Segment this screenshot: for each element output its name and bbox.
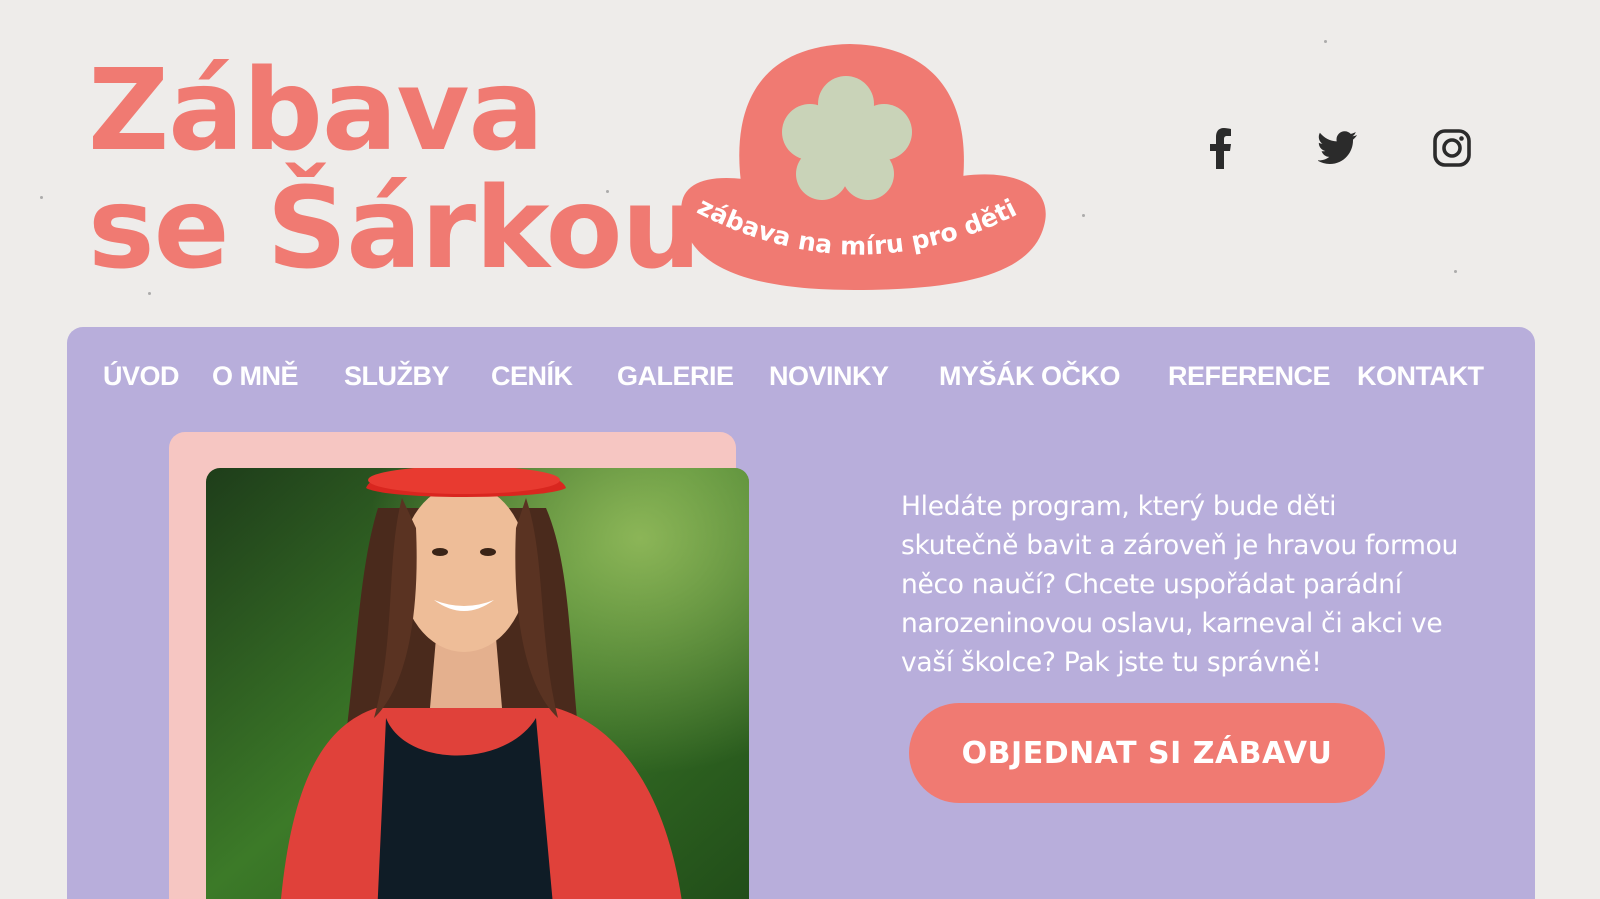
nav-item-o-mne[interactable]: O MNĚ [212,361,299,392]
nav-item-galerie[interactable]: GALERIE [617,361,734,392]
instagram-link[interactable] [1428,124,1476,172]
paper-texture [1082,214,1085,217]
nav-item-reference[interactable]: REFERENCE [1168,361,1331,392]
nav-item-cenik[interactable]: CENÍK [491,361,573,392]
social-links [1196,124,1476,172]
paper-texture [1454,270,1457,273]
paper-texture [1324,40,1327,43]
portrait-photo [206,468,749,899]
nav-item-mysak-ocko[interactable]: MYŠÁK OČKO [939,361,1121,392]
facebook-link[interactable] [1196,124,1244,172]
main-navigation: ÚVOD O MNĚ SLUŽBY CENÍK GALERIE NOVINKY … [67,361,1535,401]
site-title-line-1: Zábava [88,46,544,176]
nav-item-kontakt[interactable]: KONTAKT [1357,361,1484,392]
instagram-icon [1433,129,1471,167]
main-panel: ÚVOD O MNĚ SLUŽBY CENÍK GALERIE NOVINKY … [67,327,1535,899]
twitter-icon [1318,131,1357,164]
flower-hat-logo-icon: zábava na míru pro děti [681,44,1046,290]
nav-item-novinky[interactable]: NOVINKY [769,361,889,392]
twitter-link[interactable] [1314,124,1362,172]
facebook-icon [1210,128,1231,169]
paper-texture [40,196,43,199]
nav-item-sluzby[interactable]: SLUŽBY [344,361,450,392]
site-title[interactable]: Zábava se Šárkou [88,46,701,294]
hat-logo[interactable]: zábava na míru pro děti [672,40,1052,296]
intro-text: Hledáte program, který bude děti skutečn… [901,491,1459,678]
site-title-line-2: se Šárkou [88,164,701,294]
nav-item-uvod[interactable]: ÚVOD [103,361,180,392]
order-fun-button[interactable]: OBJEDNAT SI ZÁBAVU [909,703,1385,803]
portrait-photo-image [206,468,749,899]
